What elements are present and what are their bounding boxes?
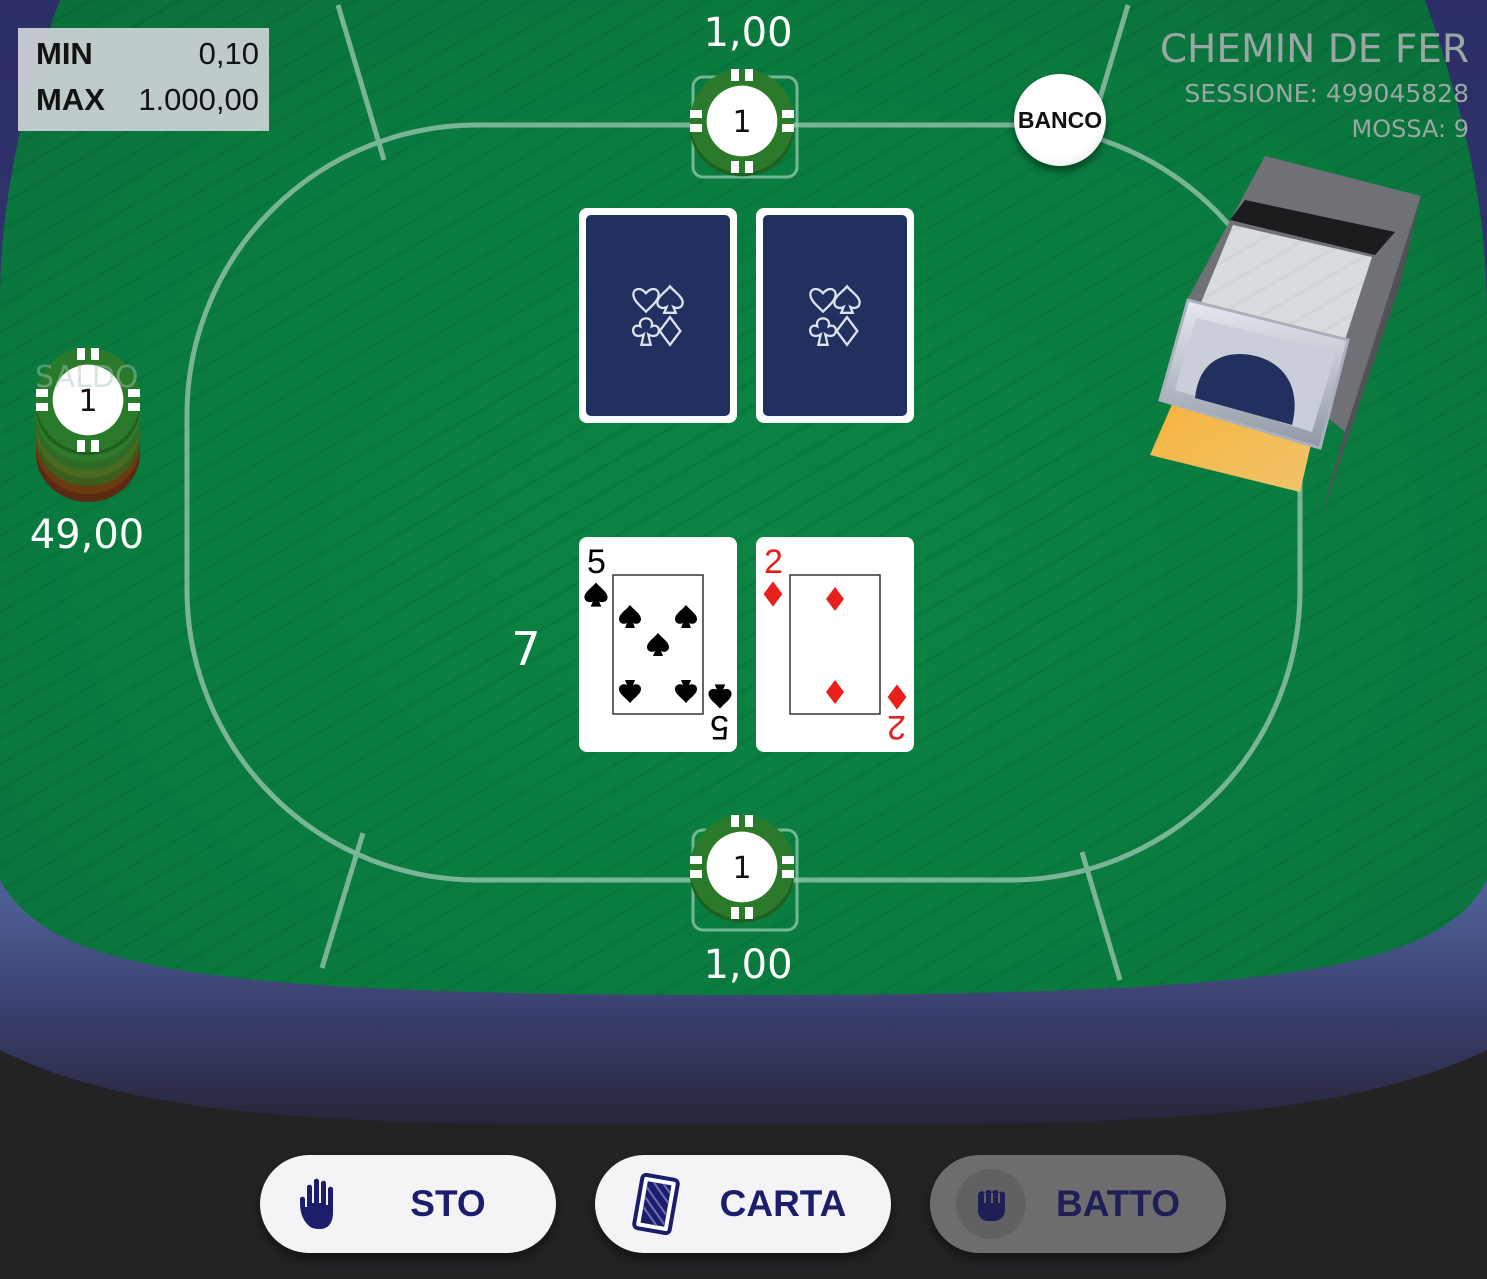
player-card: 22	[756, 537, 914, 752]
balance-amount: 49,00	[29, 512, 145, 558]
chip-value: 1	[732, 105, 751, 140]
card-rank-top: 5	[587, 543, 606, 581]
knock-button-label: BATTO	[1055, 1183, 1180, 1224]
card-rank-bottom: 5	[710, 708, 729, 746]
player-score: 7	[511, 622, 541, 676]
game-info: CHEMIN DE FER SESSIONE: 499045828 MOSSA:…	[1160, 24, 1469, 146]
max-value: 1.000,00	[138, 82, 259, 117]
banker-bet-amount: 1,00	[703, 10, 793, 56]
game-table-scene: 1 SALDO 1 1 5522	[0, 0, 1487, 1279]
move-counter: MOSSA: 9	[1351, 115, 1470, 143]
card-icon	[621, 1169, 691, 1239]
max-label: MAX	[36, 82, 105, 117]
banco-marker: BANCO	[1014, 74, 1106, 166]
session-id: SESSIONE: 499045828	[1184, 79, 1469, 108]
balance-label: SALDO	[35, 360, 139, 395]
hand-stop-icon	[286, 1169, 356, 1239]
knock-button[interactable]: BATTO	[930, 1155, 1226, 1253]
player-bet-chip: 1	[690, 815, 794, 923]
hit-button-label: CARTA	[719, 1183, 847, 1224]
player-bet-amount: 1,00	[703, 942, 793, 988]
banco-label: BANCO	[1017, 106, 1103, 133]
banker-bet-chip: 1	[690, 69, 794, 177]
game-title: CHEMIN DE FER	[1159, 27, 1469, 72]
min-value: 0,10	[198, 36, 259, 71]
chip-value: 1	[732, 851, 751, 886]
stand-button[interactable]: STO	[260, 1155, 556, 1253]
stand-button-label: STO	[410, 1183, 486, 1224]
min-label: MIN	[36, 36, 93, 71]
fist-icon	[956, 1169, 1026, 1239]
hit-button[interactable]: CARTA	[595, 1155, 891, 1253]
banker-card	[579, 208, 737, 423]
card-rank-top: 2	[764, 543, 783, 581]
player-card: 55	[579, 537, 737, 752]
card-rank-bottom: 2	[887, 708, 906, 746]
bet-limits-panel: MIN 0,10 MAX 1.000,00	[18, 28, 269, 131]
banker-card	[756, 208, 914, 423]
